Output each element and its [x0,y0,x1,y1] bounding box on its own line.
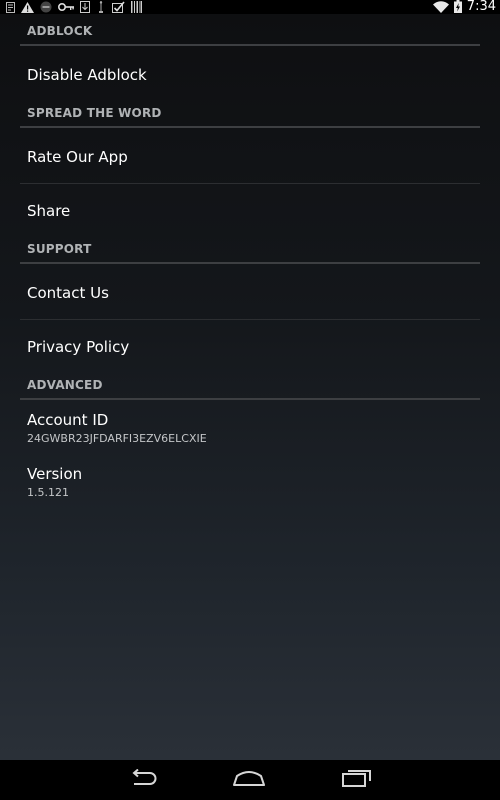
status-bar: 7:34 [0,0,500,14]
pref-account-id[interactable]: Account ID 24GWBR23JFDARFI3EZV6ELCXIE [20,402,480,456]
key-icon [58,2,74,12]
usb-icon [96,1,106,13]
category-support: SUPPORT [20,232,480,264]
no-entry-icon [40,1,52,13]
pref-contact-us[interactable]: Contact Us [20,266,480,319]
category-label: ADBLOCK [27,24,93,38]
warning-icon [21,1,34,13]
settings-list[interactable]: ADBLOCK Disable Adblock SPREAD THE WORD … [0,14,500,760]
recents-icon [342,769,372,791]
pref-title: Account ID [27,411,109,429]
category-adblock: ADBLOCK [20,14,480,46]
back-icon [128,768,158,791]
home-button[interactable] [229,768,269,792]
pref-title: Disable Adblock [27,66,147,84]
category-label: ADVANCED [27,378,103,392]
recents-button[interactable] [337,768,377,792]
pref-title: Contact Us [27,284,109,302]
pref-title: Rate Our App [27,148,128,166]
notification-icon [6,1,15,13]
pref-title: Share [27,202,71,220]
notification-area [6,0,142,14]
navigation-bar [0,760,500,800]
pref-version[interactable]: Version 1.5.121 [20,456,480,510]
category-spread-the-word: SPREAD THE WORD [20,96,480,128]
pref-disable-adblock[interactable]: Disable Adblock [20,48,480,98]
pref-summary: 24GWBR23JFDARFI3EZV6ELCXIE [27,432,207,445]
system-status: 7:34 [432,0,496,14]
pref-title: Version [27,465,83,483]
pref-share[interactable]: Share [20,184,480,232]
pref-title: Privacy Policy [27,338,130,356]
home-icon [233,770,265,790]
category-label: SUPPORT [27,242,92,256]
back-button[interactable] [123,768,163,792]
pref-rate-our-app[interactable]: Rate Our App [20,130,480,183]
download-icon [80,1,90,13]
category-label: SPREAD THE WORD [27,106,162,120]
pref-privacy-policy[interactable]: Privacy Policy [20,320,480,368]
category-advanced: ADVANCED [20,368,480,400]
screen: 7:34 ADBLOCK Disable Adblock SPREAD THE … [0,0,500,800]
checklist-icon [112,1,125,13]
pref-summary: 1.5.121 [27,486,69,499]
barcode-icon [131,1,142,13]
clock: 7:34 [466,0,496,14]
